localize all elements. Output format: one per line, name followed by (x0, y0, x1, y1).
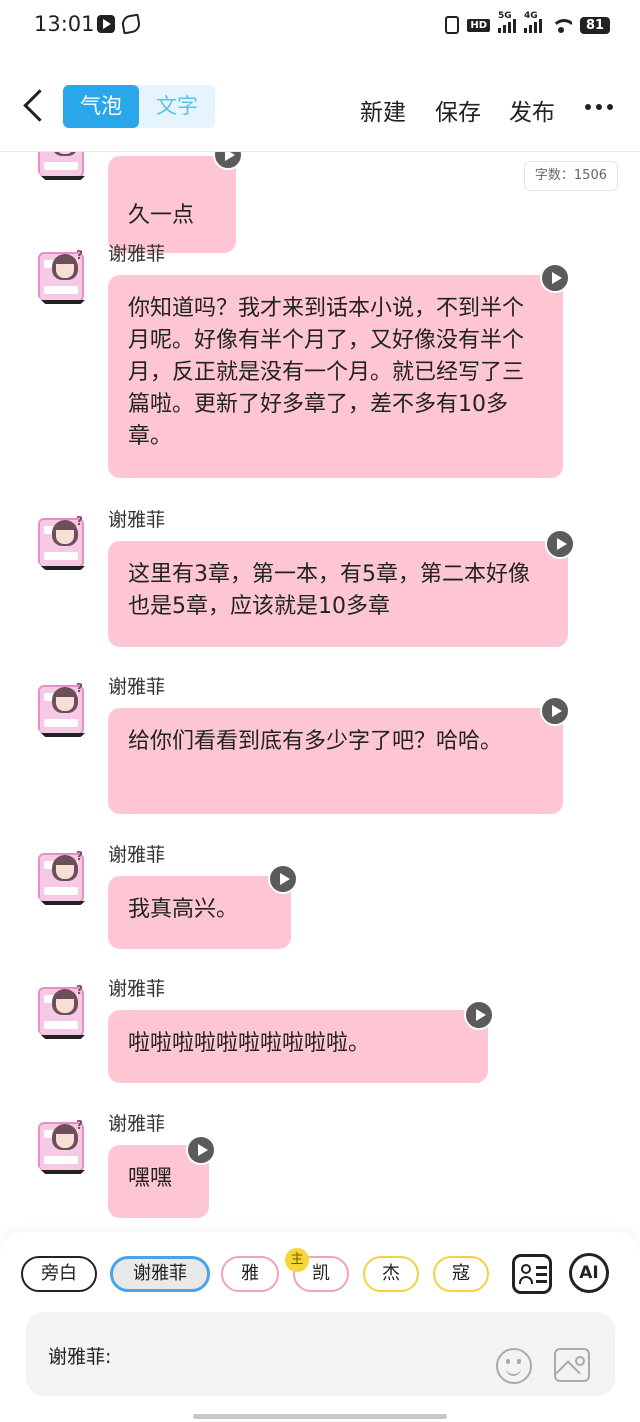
play-voice-icon[interactable] (186, 1135, 216, 1165)
message-text: 你知道吗？我才来到话本小说，不到半个月呢。好像有半个月了，又好像没有半个月，反正… (128, 296, 525, 449)
leaf-app-icon (120, 13, 142, 35)
mode-text-tab[interactable]: 文字 (139, 85, 215, 128)
message-bubble[interactable]: 我真高兴。 (108, 876, 291, 949)
more-options-icon[interactable] (585, 104, 613, 110)
image-icon[interactable] (554, 1348, 590, 1382)
message-text: 我真高兴。 (128, 897, 239, 922)
home-indicator[interactable] (193, 1414, 447, 1419)
hd-badge: HD (467, 18, 490, 32)
video-app-icon (97, 15, 115, 33)
signal-4g-icon: 4G (524, 11, 542, 33)
sender-name: 谢雅菲 (108, 676, 166, 698)
message-text: 这里有3章，第一本，有5章，第二本好像也是5章，应该就是10多章 (128, 562, 530, 619)
back-arrow-icon[interactable] (18, 86, 48, 126)
character-chip-selected[interactable]: 谢雅菲 (110, 1256, 210, 1292)
message-input[interactable]: 谢雅菲: (26, 1312, 615, 1396)
sender-name: 谢雅菲 (108, 243, 166, 265)
wifi-icon (550, 17, 572, 33)
message-bubble[interactable]: 你知道吗？我才来到话本小说，不到半个月呢。好像有半个月了，又好像没有半个月，反正… (108, 275, 563, 478)
avatar[interactable]: ? (32, 977, 94, 1045)
save-button[interactable]: 保存 (435, 93, 481, 127)
main-character-badge: 主 (285, 1248, 309, 1272)
status-bar: 13:01 HD 5G 4G 81 (0, 0, 640, 50)
emoji-icon[interactable] (496, 1348, 532, 1384)
sender-name: 谢雅菲 (108, 1113, 166, 1135)
character-chip-ya[interactable]: 雅 (221, 1256, 279, 1292)
character-chip-jie[interactable]: 杰 (363, 1256, 419, 1292)
avatar[interactable]: ? (32, 843, 94, 911)
message-text: 啦啦啦啦啦啦啦啦啦啦。 (128, 1031, 371, 1056)
message-bubble[interactable]: 这里有3章，第一本，有5章，第二本好像也是5章，应该就是10多章 (108, 541, 568, 647)
avatar[interactable]: ? (32, 242, 94, 310)
character-chip-narrator[interactable]: 旁白 (21, 1256, 97, 1292)
top-toolbar: 气泡 文字 新建 保存 发布 (0, 60, 640, 152)
status-indicators: HD 5G 4G 81 (445, 11, 610, 36)
battery-level: 81 (580, 16, 610, 34)
signal-5g-icon: 5G (498, 11, 516, 33)
ai-button[interactable]: AI (569, 1253, 609, 1293)
avatar[interactable]: ? (32, 1112, 94, 1180)
play-voice-icon[interactable] (545, 529, 575, 559)
message-bubble[interactable]: 给你们看看到底有多少字了吧？哈哈。 (108, 708, 563, 814)
message-text: 嘿嘿 (128, 1166, 173, 1191)
speaker-label: 谢雅菲: (48, 1346, 112, 1368)
mode-toggle: 气泡 文字 (63, 85, 215, 128)
character-list-icon[interactable] (512, 1254, 552, 1294)
bottom-composer: 旁白 谢雅菲 雅 凯 主 杰 寇 AI 谢雅菲: (0, 1232, 640, 1422)
status-time: 13:01 (34, 12, 95, 36)
sender-name: 谢雅菲 (108, 509, 166, 531)
avatar[interactable]: ? (32, 152, 94, 186)
sender-name: 谢雅菲 (108, 978, 166, 1000)
network-4g-label: 4G (524, 11, 538, 21)
message-bubble[interactable]: 啦啦啦啦啦啦啦啦啦啦。 (108, 1010, 488, 1083)
play-voice-icon[interactable] (540, 263, 570, 293)
new-button[interactable]: 新建 (360, 93, 406, 127)
vibrate-icon (445, 16, 460, 34)
avatar[interactable]: ? (32, 508, 94, 576)
network-5g-label: 5G (498, 11, 512, 21)
play-voice-icon[interactable] (268, 864, 298, 894)
mode-bubble-tab[interactable]: 气泡 (63, 85, 139, 128)
message-text: 久一点 (128, 203, 195, 228)
word-count-badge: 字数：1506 (523, 161, 618, 191)
sender-name: 谢雅菲 (108, 844, 166, 866)
message-text: 给你们看看到底有多少字了吧？哈哈。 (128, 729, 503, 754)
play-voice-icon[interactable] (540, 696, 570, 726)
avatar[interactable]: ? (32, 675, 94, 743)
chat-list[interactable]: ? 久一点 字数：1506 ? 谢雅菲 你知道吗？我才来到话本小说，不到半个月呢… (0, 152, 640, 1232)
character-chip-kou[interactable]: 寇 (433, 1256, 489, 1292)
publish-button[interactable]: 发布 (509, 93, 555, 127)
play-voice-icon[interactable] (464, 1000, 494, 1030)
